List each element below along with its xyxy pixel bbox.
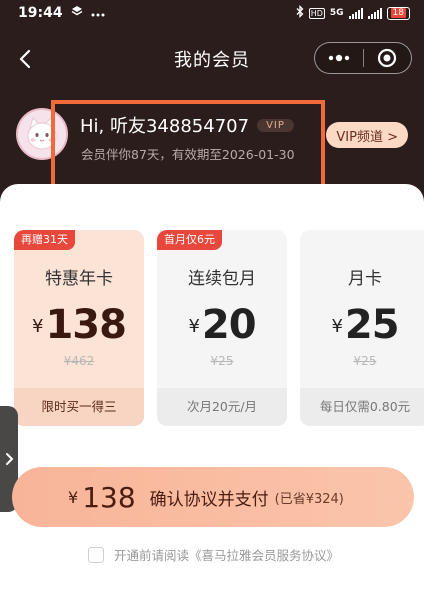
page-title: 我的会员 <box>174 50 250 71</box>
pay-saved: (已省¥324) <box>274 491 344 507</box>
original-price: ¥25 <box>353 354 377 368</box>
vip-channel-button[interactable]: VIP频道 > <box>326 122 408 148</box>
plan-price: ¥138 <box>14 302 144 348</box>
user-name: Hi, 听友348854707 <box>80 116 250 137</box>
membership-validity: 会员伴你87天，有效期至2026-01-30 <box>81 147 295 162</box>
nav-bar: 我的会员 <box>0 36 424 82</box>
price-amount: 25 <box>344 302 400 348</box>
plan-name: 特惠年卡 <box>45 269 113 289</box>
plan-card-monthly[interactable]: 月卡 ¥25 ¥25 每日仅需0.80元 <box>300 230 424 426</box>
agreement-checkbox[interactable] <box>88 546 104 563</box>
layers-icon <box>71 5 83 21</box>
confirm-pay-button[interactable]: ¥ 138 确认协议并支付 (已省¥324) <box>12 467 414 527</box>
chevron-left-icon <box>19 49 31 69</box>
plan-footer: 每日仅需0.80元 <box>300 388 424 426</box>
vip-tag: VIP <box>257 118 294 132</box>
currency-symbol: ¥ <box>32 316 44 337</box>
status-time: 19:44 <box>18 5 63 21</box>
more-dots-icon <box>328 54 349 62</box>
plan-name: 连续包月 <box>188 269 256 289</box>
plan-badge: 再赠31天 <box>14 230 75 250</box>
battery-icon: 18 <box>386 6 410 20</box>
plan-card-monthly-auto[interactable]: 首月仅6元 连续包月 ¥20 ¥25 次月20元/月 <box>157 230 287 426</box>
mini-program-capsule <box>314 42 412 74</box>
user-header: Hi, 听友348854707 VIP 会员伴你87天，有效期至2026-01-… <box>0 98 424 188</box>
plan-card-annual[interactable]: 再赠31天 特惠年卡 ¥138 ¥462 限时买一得三 <box>14 230 144 426</box>
plan-footer: 限时买一得三 <box>14 388 144 426</box>
plan-name: 月卡 <box>348 269 382 289</box>
hd-badge: HD <box>308 7 325 19</box>
more-dots-small-icon <box>91 5 105 21</box>
chevron-right-icon <box>6 453 14 465</box>
price-amount: 138 <box>45 302 126 348</box>
pay-amount: 138 <box>82 480 136 514</box>
bluetooth-icon <box>296 4 304 21</box>
signal-icon <box>348 7 363 19</box>
capsule-more-button[interactable] <box>315 43 363 73</box>
original-price: ¥462 <box>63 354 95 368</box>
agreement-text[interactable]: 开通前请阅读《喜马拉雅会员服务协议》 <box>114 545 339 564</box>
pay-currency: ¥ <box>68 487 79 507</box>
network-label: 5G <box>329 8 344 18</box>
plan-price: ¥25 <box>300 302 424 348</box>
plan-badge: 首月仅6元 <box>157 230 222 250</box>
user-greeting: Hi, 听友348854707 VIP <box>80 112 294 138</box>
plan-footer: 次月20元/月 <box>157 388 287 426</box>
original-price: ¥25 <box>210 354 234 368</box>
plan-sheet: 再赠31天 特惠年卡 ¥138 ¥462 限时买一得三 首月仅6元 连续包月 ¥… <box>0 184 424 603</box>
agreement-row: 开通前请阅读《喜马拉雅会员服务协议》 <box>88 545 339 564</box>
capsule-close-button[interactable] <box>364 43 412 73</box>
signal-icon-2 <box>367 7 382 19</box>
currency-symbol: ¥ <box>331 316 343 337</box>
target-close-icon <box>378 48 397 68</box>
plan-price: ¥20 <box>157 302 287 348</box>
status-bar: 19:44 HD 5G 18 <box>0 0 424 26</box>
pay-label: 确认协议并支付 <box>149 489 269 510</box>
price-amount: 20 <box>201 302 257 348</box>
currency-symbol: ¥ <box>188 316 200 337</box>
back-button[interactable] <box>14 44 38 74</box>
